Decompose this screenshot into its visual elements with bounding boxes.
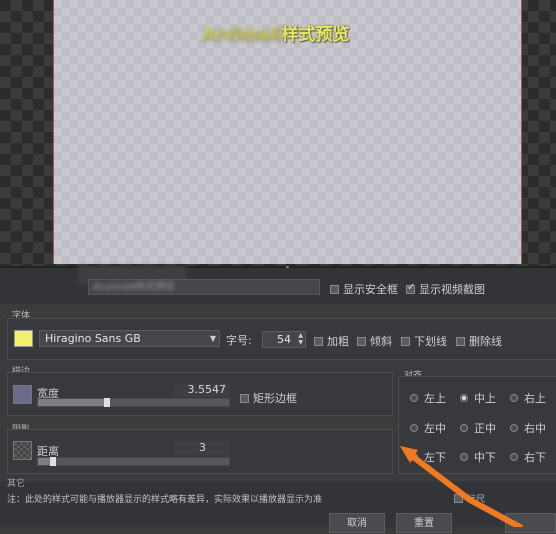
font-family-select[interactable]: Hiragino Sans GB ▼ xyxy=(39,330,220,347)
slider-thumb[interactable] xyxy=(104,398,110,407)
align-option-label: 右下 xyxy=(524,451,546,464)
align-option-label: 正中 xyxy=(474,422,496,435)
align-option[interactable]: 左中 xyxy=(410,420,446,436)
preview-text-main: 样式预览 xyxy=(281,25,350,45)
bold-checkbox[interactable]: 加粗 xyxy=(314,333,349,349)
slider-thumb[interactable] xyxy=(50,457,56,466)
show-frame-checkbox[interactable]: 显示视频截图 xyxy=(406,281,485,297)
slider-fill xyxy=(38,399,107,406)
align-option[interactable]: 右上 xyxy=(510,390,546,406)
style-name-input[interactable]: Arvima6样式预览 xyxy=(88,279,320,295)
italic-box[interactable] xyxy=(357,336,366,346)
align-option-label: 左下 xyxy=(424,451,446,464)
underline-label: 下划线 xyxy=(414,335,447,348)
stroke-width-slider[interactable] xyxy=(37,398,230,407)
radio-dot[interactable] xyxy=(510,453,518,461)
align-option[interactable]: 左上 xyxy=(410,390,446,406)
italic-label: 倾斜 xyxy=(370,335,392,348)
safe-frame-box[interactable] xyxy=(330,284,339,294)
radio-dot[interactable] xyxy=(510,394,518,402)
stroke-color-swatch[interactable] xyxy=(13,385,32,404)
bold-label: 加粗 xyxy=(327,335,349,348)
font-size-label: 字号: xyxy=(226,334,252,347)
align-option[interactable]: 中下 xyxy=(460,449,496,465)
font-size-stepper[interactable]: 54 ▲ ▼ xyxy=(262,331,306,348)
strike-checkbox[interactable]: 删除线 xyxy=(456,333,502,349)
preview-canvas: Arvima6样式预览 xyxy=(53,0,522,264)
confirm-button[interactable] xyxy=(505,513,556,533)
rect-border-checkbox[interactable]: 矩形边框 xyxy=(240,390,297,406)
radio-dot[interactable] xyxy=(460,453,468,461)
bold-box[interactable] xyxy=(314,336,323,346)
align-option[interactable]: 右下 xyxy=(510,449,546,465)
align-option-label: 右上 xyxy=(524,392,546,405)
align-option[interactable]: 右中 xyxy=(510,420,546,436)
radio-dot[interactable] xyxy=(460,394,468,402)
align-option-label: 中上 xyxy=(474,392,496,405)
strike-label: 删除线 xyxy=(469,335,502,348)
shadow-color-swatch[interactable] xyxy=(13,441,32,460)
rect-border-label: 矩形边框 xyxy=(253,392,297,405)
preview-text: Arvima6样式预览 xyxy=(202,20,349,45)
style-preview-area: Arvima6样式预览 xyxy=(0,0,556,267)
italic-checkbox[interactable]: 倾斜 xyxy=(357,333,392,349)
show-frame-box[interactable] xyxy=(406,282,415,294)
note-text: 注：此处的样式可能与播放器显示的样式略有差异，实际效果以播放器显示为准 xyxy=(7,495,323,505)
underline-checkbox[interactable]: 下划线 xyxy=(401,333,447,349)
safe-frame-label: 显示安全框 xyxy=(343,283,398,296)
font-color-swatch[interactable] xyxy=(14,330,33,347)
show-frame-label: 显示视频截图 xyxy=(419,283,485,296)
ruler-box[interactable] xyxy=(454,494,463,503)
radio-dot[interactable] xyxy=(410,394,418,402)
rect-border-box[interactable] xyxy=(240,393,249,403)
align-option[interactable]: 左下 xyxy=(410,449,446,465)
align-option[interactable]: 中上 xyxy=(460,390,496,406)
stroke-width-value[interactable]: 3.5547 xyxy=(174,383,230,397)
shadow-distance-value[interactable]: 3 xyxy=(174,441,230,455)
radio-dot[interactable] xyxy=(410,453,418,461)
reset-button[interactable]: 重置 xyxy=(396,513,452,533)
align-option-label: 左上 xyxy=(424,392,446,405)
radio-dot[interactable] xyxy=(460,424,468,432)
radio-dot[interactable] xyxy=(510,424,518,432)
chevron-down-icon: ▼ xyxy=(209,334,216,343)
safe-frame-checkbox[interactable]: 显示安全框 xyxy=(330,281,398,297)
align-option-label: 中下 xyxy=(474,451,496,464)
strike-box[interactable] xyxy=(456,336,465,346)
ruler-checkbox[interactable]: 标尺 xyxy=(454,492,485,505)
other-group-title: 其它 xyxy=(7,479,26,489)
radio-dot[interactable] xyxy=(410,424,418,432)
preview-text-blurred: Arvima6 xyxy=(202,25,282,45)
ruler-label: 标尺 xyxy=(467,495,486,505)
cancel-button[interactable]: 取消 xyxy=(329,513,385,533)
align-option[interactable]: 正中 xyxy=(460,420,496,436)
shadow-distance-slider[interactable] xyxy=(37,457,230,466)
align-option-label: 左中 xyxy=(424,422,446,435)
stepper-arrows-icon[interactable]: ▲ ▼ xyxy=(298,332,303,346)
align-option-label: 右中 xyxy=(524,422,546,435)
underline-box[interactable] xyxy=(401,336,410,346)
